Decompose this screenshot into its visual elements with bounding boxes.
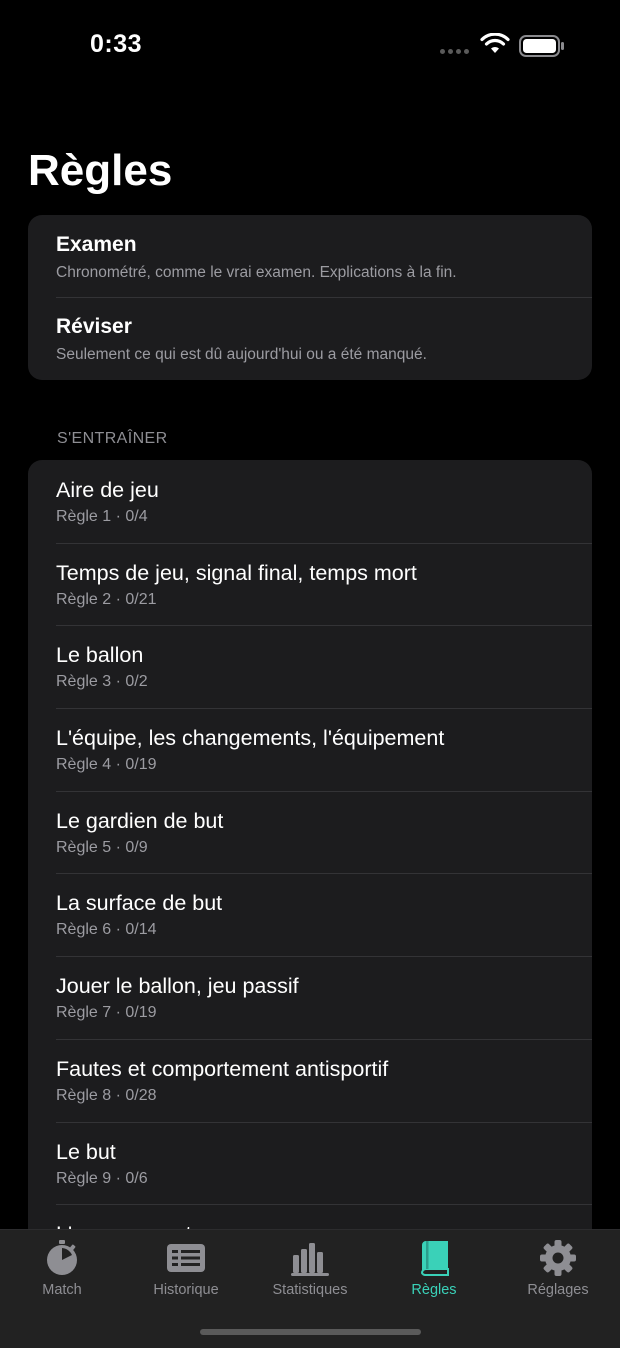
stopwatch-icon (47, 1240, 77, 1275)
tab-regles[interactable]: Règles (372, 1230, 496, 1310)
rule-title: Le gardien de but (56, 808, 224, 833)
rule-subtitle: Règle 3 · 0/2 (56, 673, 148, 691)
mode-subtitle: Seulement ce qui est dû aujourd'hui ou a… (56, 346, 427, 363)
tab-label: Match (42, 1282, 82, 1298)
mode-title: Examen (56, 233, 137, 256)
gear-icon (540, 1240, 576, 1276)
rule-row[interactable]: Le gardien de but Règle 5 · 0/9 (28, 790, 592, 874)
rule-subtitle: Règle 9 · 0/6 (56, 1169, 148, 1187)
mode-card: Examen Chronométré, comme le vrai examen… (28, 215, 592, 380)
book-icon (420, 1241, 449, 1277)
rule-title: Temps de jeu, signal final, temps mort (56, 560, 417, 585)
tab-statistiques[interactable]: Statistiques (248, 1230, 372, 1310)
rule-title: Aire de jeu (56, 478, 159, 502)
rule-subtitle: Règle 1 · 0/4 (56, 508, 148, 525)
tab-historique[interactable]: Historique (124, 1230, 248, 1310)
rule-row[interactable]: La surface de but Règle 6 · 0/14 (28, 873, 592, 956)
rule-row[interactable]: Le ballon Règle 3 · 0/2 (28, 625, 592, 708)
rule-row[interactable]: Aire de jeu Règle 1 · 0/4 (28, 460, 592, 543)
rule-title: Le ballon (56, 643, 144, 668)
review-mode-row[interactable]: Réviser Seulement ce qui est dû aujourd'… (28, 297, 592, 379)
rule-title: La surface de but (56, 891, 223, 916)
rule-title: Fautes et comportement antisportif (56, 1056, 389, 1081)
tab-label: Historique (153, 1282, 219, 1298)
tab-label: Réglages (527, 1282, 589, 1298)
rule-subtitle: Règle 6 · 0/14 (56, 921, 157, 939)
wifi-icon (480, 33, 510, 53)
rule-subtitle: Règle 5 · 0/9 (56, 838, 148, 856)
rule-subtitle: Règle 4 · 0/19 (56, 756, 157, 774)
status-time: 0:33 (90, 30, 143, 58)
rule-title: L'équipe, les changements, l'équipement (56, 726, 445, 751)
rule-subtitle: Règle 8 · 0/28 (56, 1086, 157, 1104)
page-title: Règles (28, 146, 173, 195)
rule-row[interactable]: Jouer le ballon, jeu passif Règle 7 · 0/… (28, 956, 592, 1039)
rule-title: Le but (56, 1139, 116, 1164)
rules-list: Aire de jeu Règle 1 · 0/4 Temps de jeu, … (28, 460, 592, 1260)
section-header: S'ENTRAÎNER (57, 430, 168, 447)
home-indicator (200, 1329, 421, 1335)
rule-row[interactable]: Le but Règle 9 · 0/6 (28, 1121, 592, 1205)
rule-row[interactable]: L'équipe, les changements, l'équipement … (28, 708, 592, 791)
tab-match[interactable]: Match (0, 1230, 124, 1310)
rule-subtitle: Règle 7 · 0/19 (56, 1004, 157, 1022)
mode-subtitle: Chronométré, comme le vrai examen. Expli… (56, 264, 457, 281)
rule-subtitle: Règle 2 · 0/21 (56, 590, 157, 608)
rule-row[interactable]: Temps de jeu, signal final, temps mort R… (28, 542, 592, 626)
tab-label: Règles (411, 1282, 457, 1298)
mode-title: Réviser (56, 315, 132, 338)
list-icon (167, 1244, 205, 1272)
status-bar: 0:33 (0, 0, 620, 90)
bar-chart-icon (291, 1243, 329, 1276)
rule-row[interactable]: Fautes et comportement antisportif Règle… (28, 1038, 592, 1122)
tab-reglages[interactable]: Réglages (496, 1230, 620, 1310)
tab-bar: Match Historique Statistiques Règles Rég… (0, 1229, 620, 1348)
rule-title: Jouer le ballon, jeu passif (56, 974, 299, 999)
battery-icon (519, 35, 564, 57)
cellular-signal-icon (440, 49, 469, 54)
tab-label: Statistiques (272, 1282, 348, 1298)
exam-mode-row[interactable]: Examen Chronométré, comme le vrai examen… (28, 215, 592, 297)
